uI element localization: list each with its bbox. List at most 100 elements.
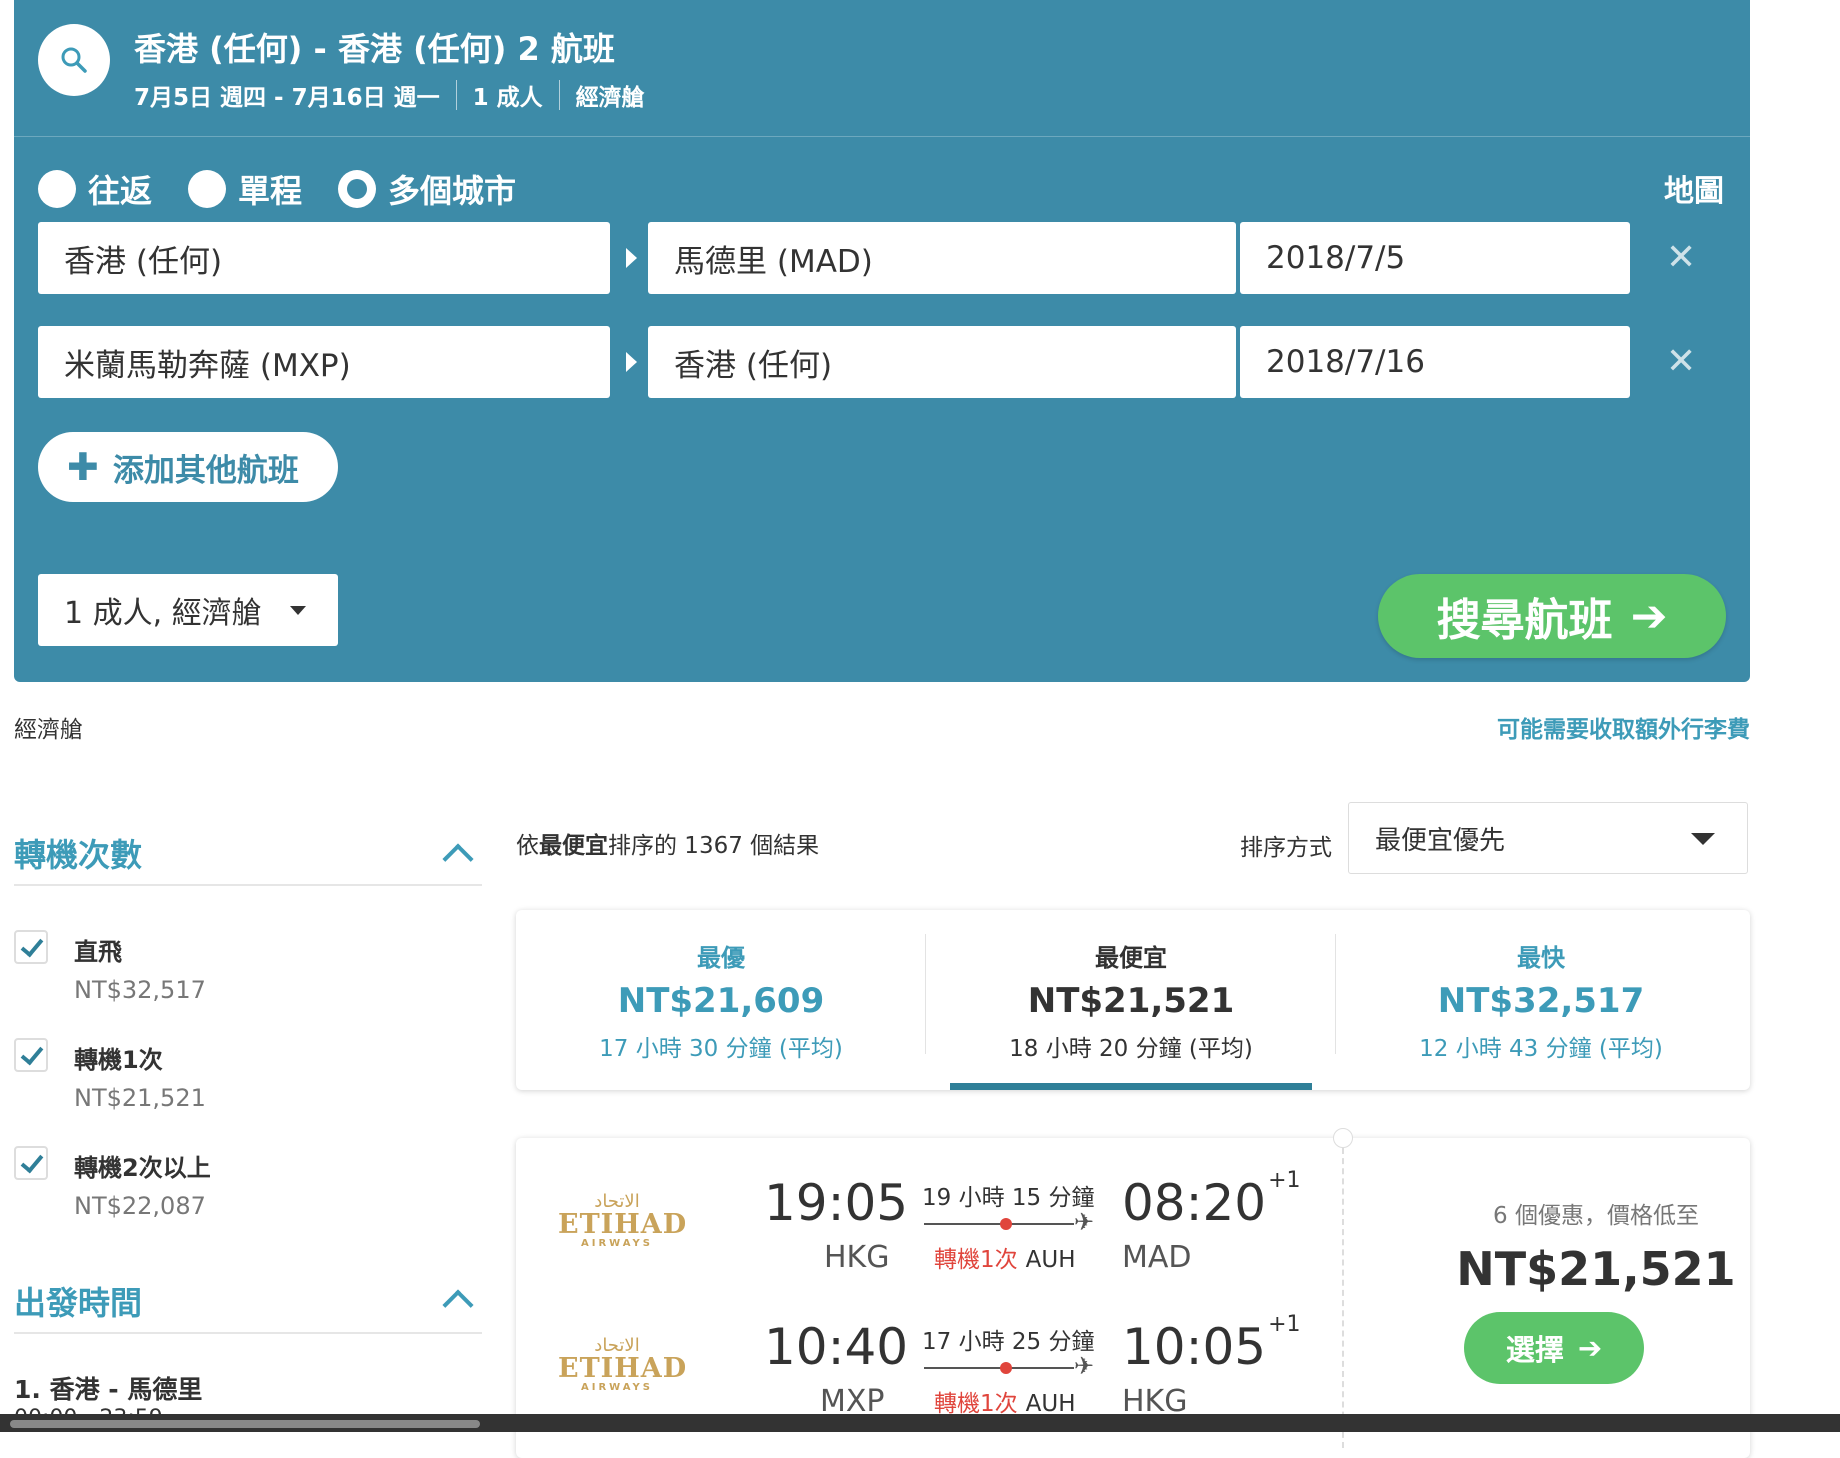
card-notch: [1333, 1128, 1353, 1148]
trip-type-label: 單程: [238, 172, 303, 210]
deals-count-text: 6 個優惠，價格低至: [1493, 1203, 1699, 1229]
search-summary-title: 香港 (任何) - 香港 (任何) 2 航班: [134, 30, 615, 68]
result-card[interactable]: الاتحاد ETIHAD AIRWAYS 19:05 HKG 19 小時 1…: [516, 1128, 1750, 1458]
tab-cheapest[interactable]: 最便宜 NT$21,521 18 小時 20 分鐘 (平均): [926, 910, 1336, 1090]
leg2-destination-input[interactable]: 香港 (任何): [648, 326, 1236, 398]
airline-logo-name: ETIHAD: [558, 1209, 688, 1240]
radio-button-selected[interactable]: [338, 170, 377, 208]
search-summary-button[interactable]: [38, 24, 110, 96]
stops-direct-price: NT$32,517: [74, 976, 206, 1004]
leg1-remove-close-icon[interactable]: ✕: [1666, 240, 1696, 276]
arrow-right-icon: ➔: [1630, 590, 1668, 642]
search-summary-details: 7月5日 週四 - 7月16日 週一 1 成人 經濟艙: [134, 78, 645, 112]
select-flight-button[interactable]: 選擇 ➔: [1464, 1312, 1644, 1384]
card-dashed-divider: [1342, 1148, 1344, 1448]
passenger-cabin-select[interactable]: 1 成人, 經濟艙: [38, 574, 338, 646]
tab-duration: 12 小時 43 分鐘 (平均): [1419, 1036, 1663, 1062]
chevron-up-icon[interactable]: [442, 1289, 474, 1321]
stops-direct-label: 直飛: [74, 938, 122, 966]
summary-dates: 7月5日 週四 - 7月16日 週一: [134, 85, 440, 111]
leg2-remove-close-icon[interactable]: ✕: [1666, 344, 1696, 380]
map-link[interactable]: 地圖: [1664, 166, 1724, 210]
add-flight-button[interactable]: ✚ 添加其他航班: [38, 432, 338, 502]
departure-time: 19:05: [764, 1174, 909, 1232]
results-count-prefix: 依: [516, 833, 539, 859]
summary-separator: [455, 80, 457, 110]
results-count-sort-name: 最便宜: [539, 833, 608, 859]
leg1-origin-input[interactable]: 香港 (任何): [38, 222, 610, 294]
stops-one-price: NT$21,521: [74, 1084, 206, 1112]
add-flight-label: 添加其他航班: [112, 452, 299, 489]
departure-time-filter-title[interactable]: 出發時間: [14, 1278, 142, 1324]
stop-dot: [1000, 1362, 1012, 1374]
flight-duration: 17 小時 25 分鐘: [922, 1329, 1095, 1355]
caret-down-icon: [289, 605, 306, 615]
stop-airport: AUH: [1025, 1247, 1076, 1273]
tab-fastest[interactable]: 最快 NT$32,517 12 小時 43 分鐘 (平均): [1336, 910, 1746, 1090]
passenger-cabin-value: 1 成人, 經濟艙: [64, 596, 262, 631]
arrival-airport: MAD: [1122, 1240, 1192, 1275]
filter-divider: [14, 1332, 482, 1334]
baggage-fee-link[interactable]: 可能需要收取額外行李費: [1497, 710, 1750, 744]
tab-label: 最優: [697, 944, 745, 972]
leg2-date-input[interactable]: 2018/7/16: [1240, 326, 1630, 398]
active-tab-indicator: [950, 1083, 1312, 1090]
chevron-up-icon[interactable]: [442, 843, 474, 875]
tab-price: NT$21,609: [617, 981, 825, 1021]
stops-info: 轉機1次 AUH: [934, 1384, 1076, 1418]
arrow-right-icon: [626, 248, 637, 268]
etihad-logo: الاتحاد ETIHAD AIRWAYS: [558, 1336, 688, 1396]
route-line: [924, 1223, 1074, 1225]
leg1-destination-input[interactable]: 馬德里 (MAD): [648, 222, 1236, 294]
tab-price: NT$32,517: [1437, 981, 1645, 1021]
tab-label: 最快: [1517, 944, 1565, 972]
arrival-time-value: 08:20: [1122, 1174, 1267, 1232]
route-line: [924, 1367, 1074, 1369]
stops-info: 轉機1次 AUH: [934, 1240, 1076, 1274]
plane-icon: ✈: [1074, 1208, 1095, 1236]
results-count: 依最便宜排序的 1367 個結果: [516, 826, 819, 860]
sort-label: 排序方式: [1240, 835, 1332, 861]
trip-type-multicity[interactable]: 多個城市: [338, 166, 516, 212]
trip-type-round[interactable]: 往返: [38, 166, 152, 212]
cabin-label: 經濟艙: [14, 717, 83, 743]
airline-logo-name: ETIHAD: [558, 1353, 688, 1384]
stop-dot: [1000, 1218, 1012, 1230]
arrow-right-icon: [626, 352, 637, 372]
scrollbar-thumb[interactable]: [10, 1420, 480, 1428]
day-offset: +1: [1268, 1312, 1301, 1337]
trip-type-group: 往返 單程 多個城市: [38, 166, 552, 212]
search-panel: 香港 (任何) - 香港 (任何) 2 航班 7月5日 週四 - 7月16日 週…: [14, 0, 1750, 682]
sort-select[interactable]: 最便宜優先: [1348, 802, 1748, 874]
stops-count: 轉機1次: [934, 1247, 1018, 1273]
leg2-origin-input[interactable]: 米蘭馬勒奔薩 (MXP): [38, 326, 610, 398]
stops-one-label: 轉機1次: [74, 1046, 163, 1074]
plus-icon: ✚: [67, 445, 99, 489]
day-offset: +1: [1268, 1168, 1301, 1193]
radio-button[interactable]: [188, 170, 227, 208]
caret-down-icon: [1691, 833, 1715, 845]
stops-filter-title[interactable]: 轉機次數: [14, 830, 142, 876]
summary-separator: [558, 80, 560, 110]
departure-time: 10:40: [764, 1318, 909, 1376]
tab-label: 最便宜: [1095, 944, 1167, 972]
stops-one-checkbox[interactable]: [14, 1038, 48, 1072]
stops-direct-checkbox[interactable]: [14, 930, 48, 964]
search-flights-button[interactable]: 搜尋航班 ➔: [1378, 574, 1726, 658]
stops-two-plus-price: NT$22,087: [74, 1192, 206, 1220]
summary-cabin: 經濟艙: [575, 85, 645, 111]
tab-duration: 17 小時 30 分鐘 (平均): [599, 1036, 843, 1062]
leg1-date-input[interactable]: 2018/7/5: [1240, 222, 1630, 294]
radio-button[interactable]: [38, 170, 76, 208]
tab-duration: 18 小時 20 分鐘 (平均): [1009, 1036, 1253, 1062]
results-count-suffix: 排序的 1367 個結果: [608, 833, 820, 859]
stops-two-plus-checkbox[interactable]: [14, 1146, 48, 1180]
stops-two-plus-label: 轉機2次以上: [74, 1154, 211, 1182]
horizontal-scrollbar[interactable]: [0, 1414, 1840, 1432]
tab-best[interactable]: 最優 NT$21,609 17 小時 30 分鐘 (平均): [516, 910, 926, 1090]
filter-divider: [14, 884, 482, 886]
panel-divider: [14, 136, 1750, 137]
trip-type-oneway[interactable]: 單程: [188, 166, 302, 212]
search-button-label: 搜尋航班: [1436, 595, 1613, 646]
trip-type-label: 多個城市: [388, 172, 517, 210]
